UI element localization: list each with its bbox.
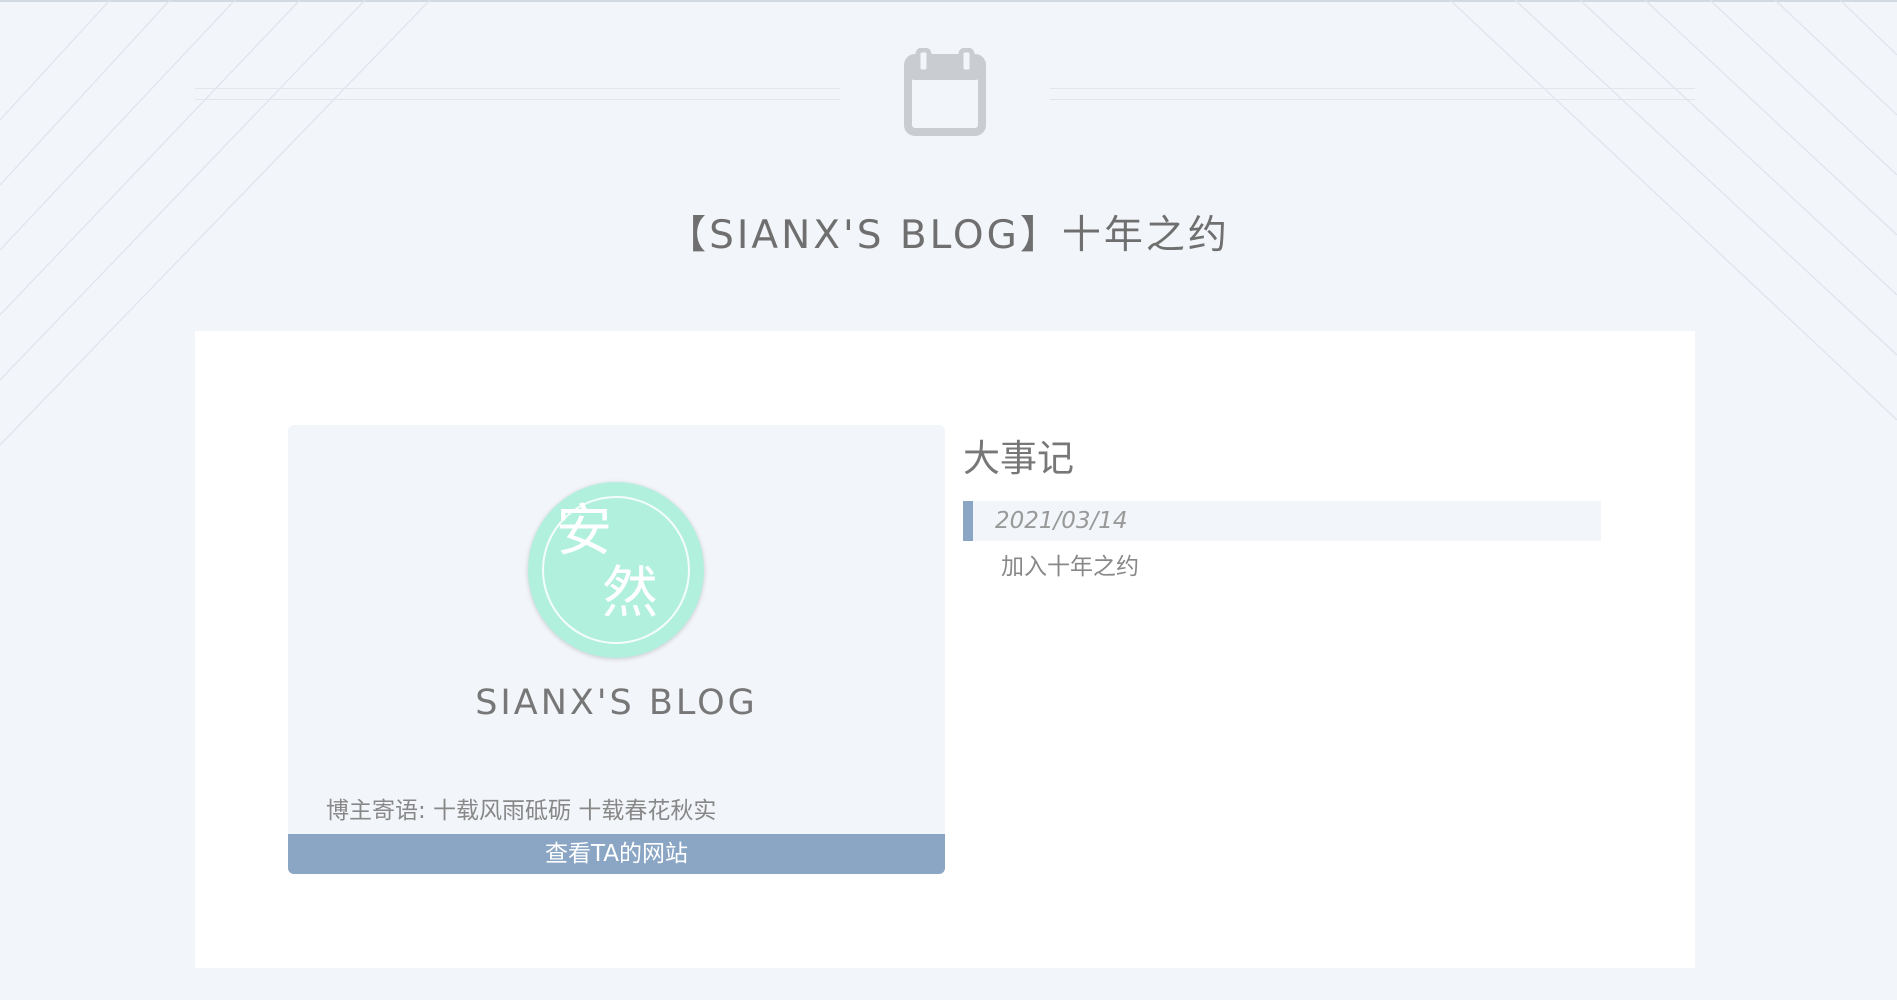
avatar-glyph-1: 安 <box>556 499 612 564</box>
visit-site-button[interactable]: 查看TA的网站 <box>288 834 945 874</box>
page-title: 【SIANX'S BLOG】十年之约 <box>667 213 1230 259</box>
content-card: 安 然 SIANX'S BLOG 博主寄语: 十载风雨砥砺 十载春花秋实 查看T… <box>195 331 1695 968</box>
events-title: 大事记 <box>963 437 1074 480</box>
avatar: 安 然 <box>528 482 704 658</box>
hero-divider-left <box>195 88 840 100</box>
blogger-motto: 博主寄语: 十载风雨砥砺 十载春花秋实 <box>326 798 717 824</box>
top-border <box>0 0 1897 2</box>
hero-divider-right <box>1050 88 1695 100</box>
event-description: 加入十年之约 <box>1001 554 1139 580</box>
event-date: 2021/03/14 <box>963 501 1601 541</box>
avatar-glyph-2: 然 <box>602 561 658 626</box>
blog-name: SIANX'S BLOG <box>475 683 758 723</box>
profile-card: 安 然 SIANX'S BLOG 博主寄语: 十载风雨砥砺 十载春花秋实 查看T… <box>288 425 945 874</box>
page-root: 【SIANX'S BLOG】十年之约 安 然 SIANX'S BLOG 博主寄语… <box>0 0 1897 1000</box>
calendar-icon <box>904 48 986 136</box>
events-section: 大事记 2021/03/14 加入十年之约 <box>963 435 1601 585</box>
